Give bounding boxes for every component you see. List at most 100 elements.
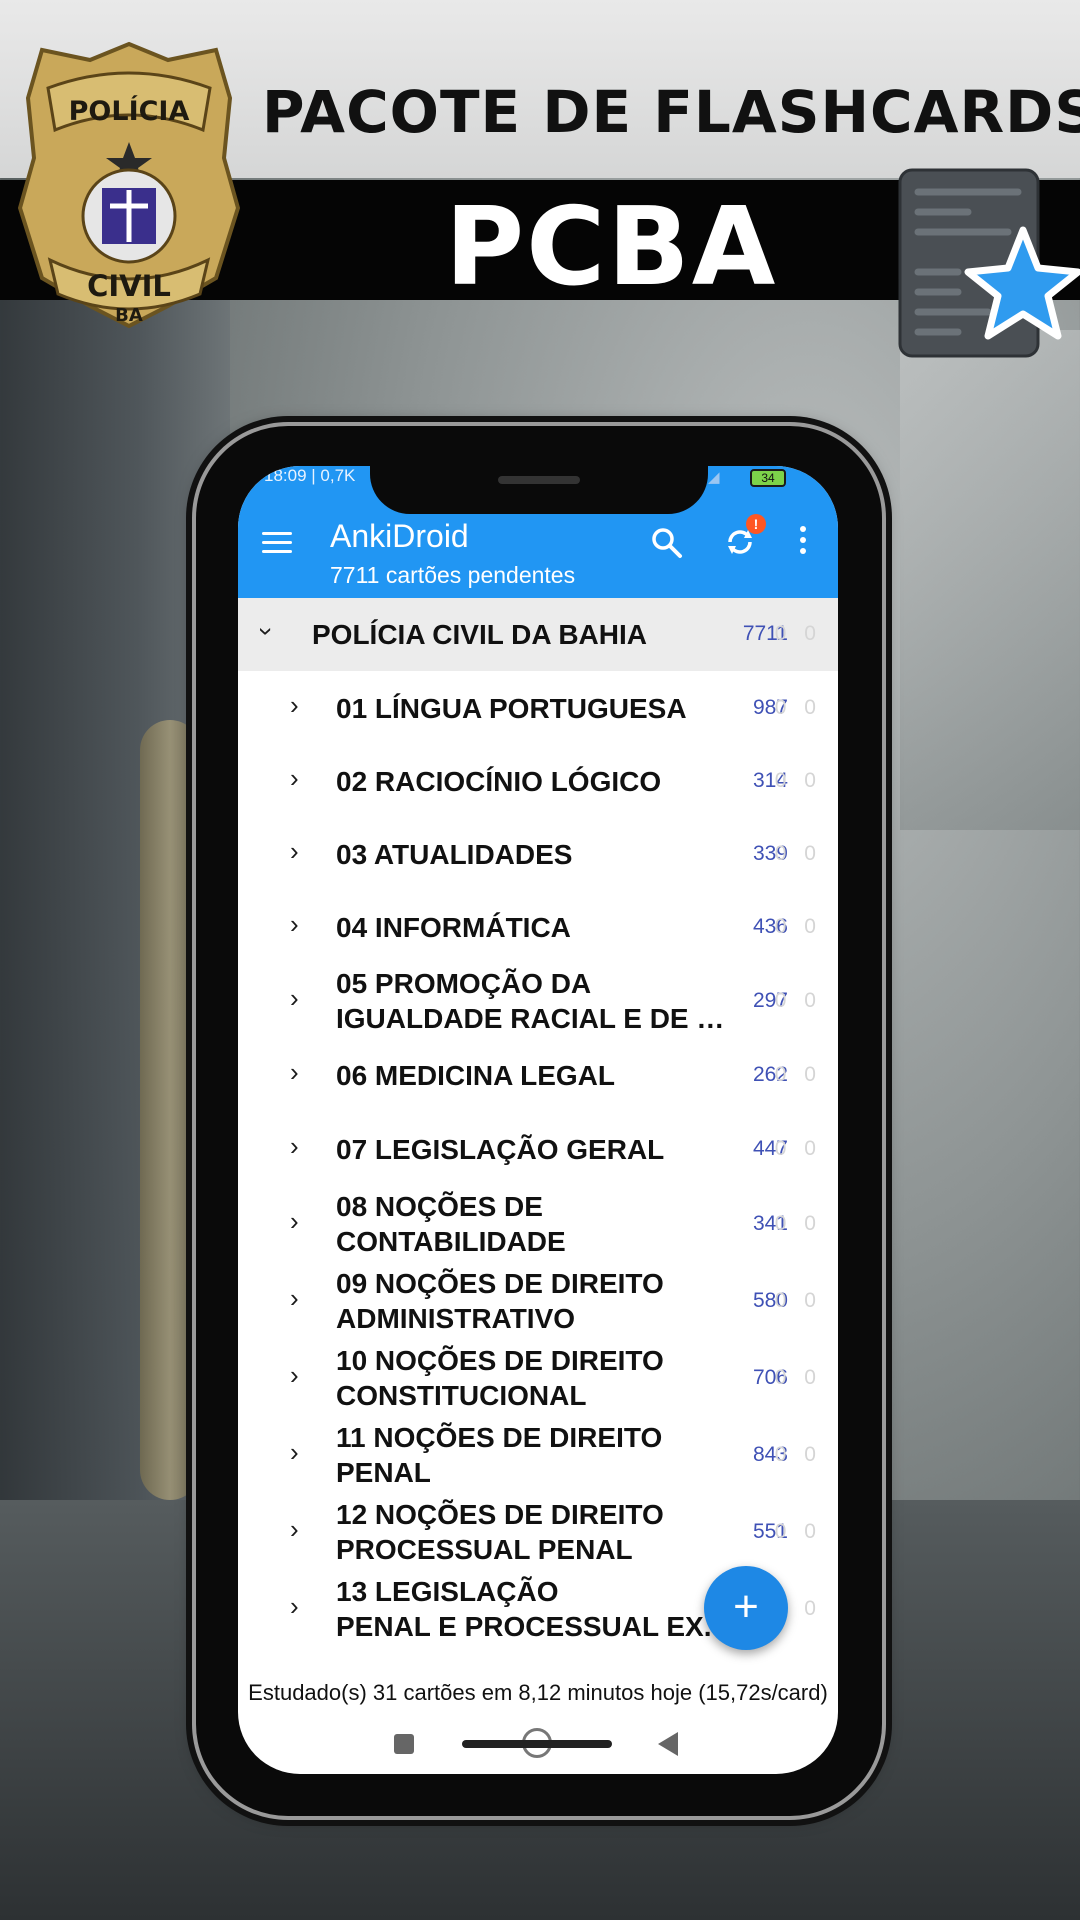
back-nav-button[interactable] bbox=[658, 1732, 678, 1756]
chevron-right-icon[interactable]: › bbox=[290, 1206, 299, 1237]
deck-row[interactable]: › 05 PROMOÇÃO DA IGUALDADE RACIAL E DE … 29… bbox=[238, 963, 838, 1038]
deck-row-parent[interactable]: › POLÍCIA CIVIL DA BAHIA 7711 0 0 bbox=[238, 598, 838, 671]
deck-other-counts: 0 0 bbox=[774, 1211, 822, 1235]
deck-other-counts: 0 0 bbox=[774, 622, 822, 645]
deck-other-counts: 0 0 bbox=[774, 1365, 822, 1389]
deck-name-line2: CONTABILIDADE bbox=[336, 1225, 566, 1257]
deck-other-counts: 0 0 bbox=[774, 1442, 822, 1466]
deck-name: 09 NOÇÕES DE DIREITO ADMINISTRATIVO bbox=[336, 1266, 664, 1336]
deck-name-line2: IGUALDADE RACIAL E DE … bbox=[336, 1002, 725, 1034]
chevron-right-icon[interactable]: › bbox=[290, 836, 299, 867]
deck-name-line1: 06 MEDICINA LEGAL bbox=[336, 1060, 615, 1091]
deck-row[interactable]: › 08 NOÇÕES DE CONTABILIDADE 341 0 0 bbox=[238, 1185, 838, 1262]
deck-name-line2: PENAL E PROCESSUAL EX. bbox=[336, 1610, 712, 1642]
deck-name-line1: 13 LEGISLAÇÃO bbox=[336, 1575, 559, 1607]
deck-name: 13 LEGISLAÇÃO PENAL E PROCESSUAL EX. bbox=[336, 1574, 712, 1644]
deck-name: 06 MEDICINA LEGAL bbox=[336, 1058, 615, 1093]
hamburger-icon[interactable] bbox=[262, 532, 292, 554]
deck-name-line2: ADMINISTRATIVO bbox=[336, 1302, 576, 1334]
deck-other-counts: 0 0 bbox=[774, 695, 822, 719]
deck-name: 10 NOÇÕES DE DIREITO CONSTITUCIONAL bbox=[336, 1343, 664, 1413]
banner-subtitle: PCBA bbox=[445, 185, 778, 310]
deck-name: 11 NOÇÕES DE DIREITO PENAL bbox=[336, 1420, 662, 1490]
deck-other-counts: 0 0 bbox=[774, 841, 822, 865]
deck-name-line1: 05 PROMOÇÃO DA bbox=[336, 967, 592, 999]
deck-row[interactable]: › 09 NOÇÕES DE DIREITO ADMINISTRATIVO 580 0 … bbox=[238, 1262, 838, 1339]
deck-row[interactable]: › 02 RACIOCÍNIO LÓGICO 314 0 0 bbox=[238, 744, 838, 817]
deck-name: POLÍCIA CIVIL DA BAHIA bbox=[312, 619, 647, 650]
background-car-window bbox=[900, 330, 1080, 830]
camera-notch bbox=[370, 466, 708, 514]
deck-name-line1: 03 ATUALIDADES bbox=[336, 838, 573, 870]
deck-name-line2: PROCESSUAL PENAL bbox=[336, 1533, 633, 1565]
police-badge-icon: POLÍCIA CIVIL BA bbox=[17, 38, 241, 329]
chevron-right-icon[interactable]: › bbox=[290, 763, 299, 794]
deck-name-line1: 07 LEGISLAÇÃO GERAL bbox=[336, 1133, 665, 1165]
deck-name-line1: 11 NOÇÕES DE DIREITO bbox=[336, 1421, 663, 1453]
recents-nav-button[interactable] bbox=[394, 1734, 414, 1754]
deck-name: 12 NOÇÕES DE DIREITO PROCESSUAL PENAL bbox=[336, 1497, 664, 1567]
deck-name-line1: 10 NOÇÕES DE DIREITO bbox=[336, 1344, 664, 1376]
chevron-right-icon[interactable]: › bbox=[290, 1437, 299, 1468]
deck-name: 04 INFORMÁTICA bbox=[336, 910, 571, 945]
chevron-right-icon[interactable]: › bbox=[290, 909, 299, 940]
deck-name-line1: 09 NOÇÕES DE DIREITO bbox=[336, 1267, 664, 1299]
deck-name: 01 LÍNGUA PORTUGUESA bbox=[336, 691, 687, 726]
deck-name-line1: 12 NOÇÕES DE DIREITO bbox=[336, 1498, 664, 1530]
chevron-right-icon[interactable]: › bbox=[290, 1514, 299, 1545]
chevron-right-icon[interactable]: › bbox=[290, 1283, 299, 1314]
chevron-right-icon[interactable]: › bbox=[290, 1360, 299, 1391]
deck-row[interactable]: › 11 NOÇÕES DE DIREITO PENAL 843 0 0 bbox=[238, 1416, 838, 1493]
app-title: AnkiDroid bbox=[330, 518, 469, 554]
deck-other-counts: 0 0 bbox=[774, 1063, 822, 1086]
deck-row[interactable]: › 04 INFORMÁTICA 436 0 0 bbox=[238, 890, 838, 963]
deck-name: 03 ATUALIDADES bbox=[336, 837, 572, 872]
chevron-right-icon[interactable]: › bbox=[290, 1131, 299, 1162]
deck-row[interactable]: › 01 LÍNGUA PORTUGUESA 987 0 0 bbox=[238, 671, 838, 744]
deck-other-counts: 0 0 bbox=[774, 1519, 822, 1543]
badge-state-text: BA bbox=[115, 305, 143, 326]
chevron-down-icon[interactable]: › bbox=[251, 627, 282, 636]
deck-row[interactable]: › 07 LEGISLAÇÃO GERAL 447 0 0 bbox=[238, 1112, 838, 1185]
background-badge-reflection bbox=[140, 720, 200, 1500]
chevron-right-icon[interactable]: › bbox=[290, 690, 299, 721]
chevron-right-icon[interactable]: › bbox=[290, 1057, 299, 1088]
chevron-right-icon[interactable]: › bbox=[290, 983, 299, 1014]
add-button[interactable]: + bbox=[704, 1566, 788, 1650]
pending-cards-subtitle: 7711 cartões pendentes bbox=[330, 562, 576, 588]
deck-other-counts: 0 0 bbox=[774, 1288, 822, 1312]
badge-bottom-text: CIVIL bbox=[87, 269, 171, 303]
deck-name: 02 RACIOCÍNIO LÓGICO bbox=[336, 764, 661, 799]
deck-name-line1: 02 RACIOCÍNIO LÓGICO bbox=[336, 765, 662, 797]
deck-row[interactable]: › 03 ATUALIDADES 339 0 0 bbox=[238, 817, 838, 890]
deck-other-counts: 0 0 bbox=[774, 768, 822, 792]
home-nav-bar[interactable] bbox=[462, 1740, 612, 1748]
ankidroid-logo-icon bbox=[898, 168, 1080, 368]
deck-name: 05 PROMOÇÃO DA IGUALDADE RACIAL E DE … bbox=[336, 966, 724, 1036]
deck-name-line1: 04 INFORMÁTICA bbox=[336, 911, 571, 943]
study-stats-text: Estudado(s) 31 cartões em 8,12 minutos h… bbox=[248, 1680, 828, 1705]
deck-name: 07 LEGISLAÇÃO GERAL bbox=[336, 1132, 664, 1167]
phone-screen: 18:09 | 0,7K ◢ 34 AnkiDroid 7711 cartões… bbox=[238, 466, 838, 1774]
deck-name-line2: PENAL bbox=[336, 1456, 431, 1488]
deck-name-line1: 01 LÍNGUA PORTUGUESA bbox=[336, 692, 687, 724]
search-icon[interactable] bbox=[650, 526, 684, 560]
deck-other-counts: 0 0 bbox=[774, 988, 822, 1012]
sync-alert-badge: ! bbox=[746, 514, 766, 534]
chevron-right-icon[interactable]: › bbox=[290, 1591, 299, 1622]
banner-title: PACOTE DE FLASHCARDS bbox=[262, 78, 1080, 146]
deck-name: 08 NOÇÕES DE CONTABILIDADE bbox=[336, 1189, 566, 1259]
more-vert-icon[interactable] bbox=[798, 526, 808, 558]
status-time: 18:09 | 0,7K bbox=[264, 466, 356, 485]
deck-name-line1: 08 NOÇÕES DE bbox=[336, 1190, 543, 1222]
signal-icon: ◢ bbox=[708, 469, 720, 486]
deck-row[interactable]: › 06 MEDICINA LEGAL 262 0 0 bbox=[238, 1038, 838, 1112]
phone-frame: 18:09 | 0,7K ◢ 34 AnkiDroid 7711 cartões… bbox=[196, 426, 882, 1816]
battery-icon: 34 bbox=[750, 469, 786, 487]
deck-row[interactable]: › 10 NOÇÕES DE DIREITO CONSTITUCIONAL 706 0 … bbox=[238, 1339, 838, 1416]
badge-top-text: POLÍCIA bbox=[69, 95, 190, 127]
deck-name-line2: CONSTITUCIONAL bbox=[336, 1379, 587, 1411]
deck-other-counts: 0 0 bbox=[774, 914, 822, 938]
deck-row[interactable]: › 12 NOÇÕES DE DIREITO PROCESSUAL PENAL 551… bbox=[238, 1493, 838, 1570]
deck-other-counts: 0 0 bbox=[774, 1136, 822, 1160]
